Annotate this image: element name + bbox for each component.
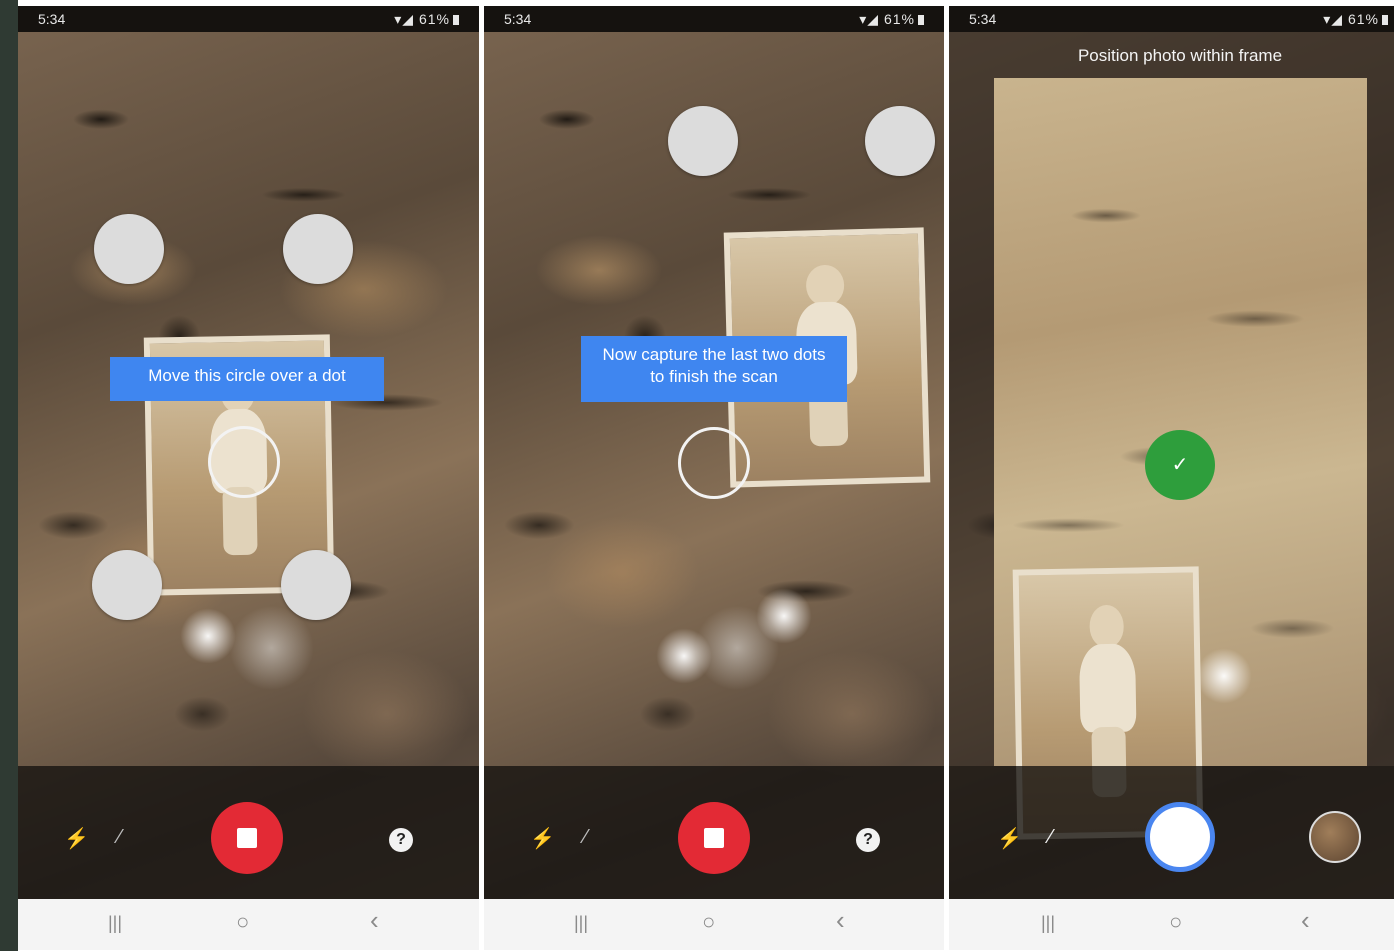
scan-dot <box>283 214 353 284</box>
back-button[interactable]: ‹ <box>836 905 845 936</box>
help-icon[interactable]: ? <box>856 828 880 852</box>
camera-controls: ⚡ ⁄ <box>949 766 1394 899</box>
home-button[interactable]: ○ <box>1169 909 1182 935</box>
stop-record-button[interactable] <box>211 802 283 874</box>
help-icon[interactable]: ? <box>389 828 413 852</box>
stop-icon <box>704 828 724 848</box>
status-icons: ▾◢ 61% <box>394 11 459 28</box>
camera-controls: ⚡ ⁄ ? <box>18 766 479 899</box>
check-icon: ✓ <box>1145 430 1215 500</box>
battery-level: ▾◢ 61% <box>859 11 915 27</box>
home-button[interactable]: ○ <box>236 909 249 935</box>
status-bar: 5:34 ▾◢ 61% <box>949 6 1394 32</box>
android-nav-bar: ||| ○ ‹ <box>484 899 944 950</box>
light-glare <box>178 606 238 666</box>
target-circle[interactable] <box>678 427 750 499</box>
dim-right <box>1367 32 1394 766</box>
camera-controls: ⚡ ⁄ ? <box>484 766 944 899</box>
battery-level: ▾◢ 61% <box>394 11 450 27</box>
stop-record-button[interactable] <box>678 802 750 874</box>
magic-wand-icon[interactable]: ⁄ <box>1049 826 1052 849</box>
scan-dot <box>94 214 164 284</box>
recent-apps-button[interactable]: ||| <box>108 913 122 934</box>
phone-screen-1: 5:34 ▾◢ 61% Move this circle over a dot … <box>18 6 479 950</box>
status-time: 5:34 <box>38 11 66 27</box>
scan-dot <box>668 106 738 176</box>
status-icons: ▾◢ 61% <box>1323 11 1388 28</box>
tooltip-instruction: Move this circle over a dot <box>110 357 384 401</box>
android-nav-bar: ||| ○ ‹ <box>18 899 479 950</box>
back-button[interactable]: ‹ <box>1301 905 1310 936</box>
status-bar: 5:34 ▾◢ 61% <box>18 6 479 32</box>
frame-instruction: Position photo within frame <box>1077 46 1283 65</box>
home-button[interactable]: ○ <box>702 909 715 935</box>
status-time: 5:34 <box>969 11 997 27</box>
scan-dot <box>281 550 351 620</box>
scan-dot <box>92 550 162 620</box>
tooltip-instruction: Now capture the last two dots to finish … <box>581 336 847 402</box>
battery-icon <box>453 15 459 25</box>
phone-screen-2: 5:34 ▾◢ 61% Now capture the last two dot… <box>484 6 944 950</box>
battery-level: ▾◢ 61% <box>1323 11 1379 27</box>
light-glare <box>654 626 714 686</box>
phone-screen-3: 5:34 ▾◢ 61% Position photo within frame … <box>949 6 1394 950</box>
target-circle[interactable] <box>208 426 280 498</box>
battery-icon <box>918 15 924 25</box>
flash-icon[interactable]: ⚡ <box>997 826 1022 851</box>
recent-apps-button[interactable]: ||| <box>574 913 588 934</box>
status-bar: 5:34 ▾◢ 61% <box>484 6 944 32</box>
left-border <box>0 0 18 951</box>
stop-icon <box>237 828 257 848</box>
light-glare <box>754 586 814 646</box>
gallery-thumbnail[interactable] <box>1309 811 1361 863</box>
light-glare <box>1194 646 1254 706</box>
scan-dot <box>865 106 935 176</box>
recent-apps-button[interactable]: ||| <box>1041 913 1055 934</box>
flash-off-icon[interactable]: ⚡ <box>530 826 555 851</box>
magic-wand-icon[interactable]: ⁄ <box>584 826 587 849</box>
back-button[interactable]: ‹ <box>370 905 379 936</box>
status-icons: ▾◢ 61% <box>859 11 924 28</box>
shutter-button[interactable] <box>1145 802 1215 872</box>
flash-off-icon[interactable]: ⚡ <box>64 826 89 851</box>
status-time: 5:34 <box>504 11 532 27</box>
battery-icon <box>1382 15 1388 25</box>
dim-left <box>949 32 994 766</box>
magic-wand-icon[interactable]: ⁄ <box>118 826 121 849</box>
android-nav-bar: ||| ○ ‹ <box>949 899 1394 950</box>
